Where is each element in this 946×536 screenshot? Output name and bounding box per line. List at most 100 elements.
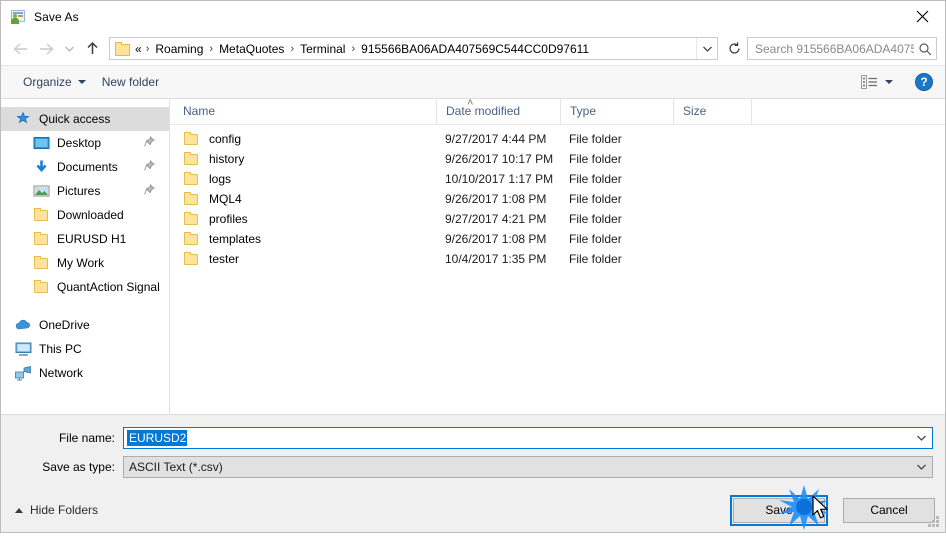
table-row[interactable]: profiles 9/27/2017 4:21 PM File folder: [170, 209, 945, 229]
up-arrow-icon: [86, 41, 98, 54]
folder-icon: [183, 171, 200, 187]
file-name-cell[interactable]: MQL4: [170, 191, 436, 207]
table-row[interactable]: MQL4 9/26/2017 1:08 PM File folder: [170, 189, 945, 209]
sidebar-item-eurusd-h1[interactable]: EURUSD H1: [1, 227, 169, 251]
table-row[interactable]: tester 10/4/2017 1:35 PM File folder: [170, 249, 945, 269]
filename-input[interactable]: EURUSD2: [123, 427, 933, 449]
chevron-down-icon: [916, 435, 926, 441]
help-icon: ?: [920, 75, 928, 89]
cancel-button[interactable]: Cancel: [843, 497, 935, 523]
filetype-row: Save as type: ASCII Text (*.csv): [1, 456, 945, 478]
close-button[interactable]: [899, 1, 945, 32]
desktop-icon: [33, 135, 50, 151]
file-type-cell: File folder: [569, 252, 622, 266]
sidebar-item-label: Network: [39, 366, 84, 380]
pictures-icon: [33, 183, 50, 199]
file-name-cell[interactable]: tester: [170, 251, 436, 267]
filename-dropdown-button[interactable]: [910, 434, 932, 442]
change-view-button[interactable]: [855, 72, 899, 92]
sidebar-item-documents[interactable]: Documents: [1, 155, 169, 179]
file-name-cell[interactable]: history: [170, 151, 436, 167]
table-row[interactable]: config 9/27/2017 4:44 PM File folder: [170, 129, 945, 149]
forward-arrow-icon: [39, 42, 54, 55]
file-rows: config 9/27/2017 4:44 PM File folder his…: [170, 125, 945, 414]
help-button[interactable]: ?: [915, 73, 933, 91]
file-type-cell: File folder: [569, 232, 622, 246]
sidebar-item-label: My Work: [57, 256, 105, 270]
file-date-cell: 9/26/2017 1:08 PM: [445, 192, 547, 206]
chevron-down-icon: [916, 464, 926, 470]
file-name-cell[interactable]: config: [170, 131, 436, 147]
table-row[interactable]: logs 10/10/2017 1:17 PM File folder: [170, 169, 945, 189]
pin-icon[interactable]: [144, 184, 155, 198]
breadcrumb-item-guid[interactable]: 915566BA06ADA407569C544CC0D97611: [357, 41, 593, 57]
sidebar-item-desktop[interactable]: Desktop: [1, 131, 169, 155]
sidebar-item-label: Desktop: [57, 136, 102, 150]
file-date-cell: 9/26/2017 1:08 PM: [445, 232, 547, 246]
filetype-dropdown-button[interactable]: [910, 463, 932, 471]
filetype-value: ASCII Text (*.csv): [129, 460, 223, 474]
organize-label: Organize: [23, 75, 72, 89]
file-name-label: templates: [209, 232, 262, 246]
file-name-label: logs: [209, 172, 232, 186]
sidebar-item-downloaded[interactable]: Downloaded: [1, 203, 169, 227]
pin-icon[interactable]: [144, 160, 155, 174]
list-view-icon: [861, 75, 877, 89]
forward-button[interactable]: [33, 36, 59, 62]
filetype-field-wrap: ASCII Text (*.csv): [123, 456, 933, 478]
breadcrumb-separator: ›: [290, 42, 295, 55]
address-dropdown-button[interactable]: [696, 38, 717, 59]
organize-button[interactable]: Organize: [15, 71, 94, 93]
table-row[interactable]: history 9/26/2017 10:17 PM File folder: [170, 149, 945, 169]
new-folder-label: New folder: [101, 75, 160, 89]
sidebar-item-network[interactable]: Network: [1, 361, 169, 385]
column-header-type[interactable]: Type: [560, 99, 673, 124]
pin-icon[interactable]: [144, 136, 155, 150]
sidebar-item-this-pc[interactable]: This PC: [1, 337, 169, 361]
sidebar-item-label: Documents: [57, 160, 118, 174]
refresh-button[interactable]: [723, 38, 745, 59]
search-input[interactable]: Search 915566BA06ADA40756...: [747, 37, 937, 60]
save-button[interactable]: Save: [730, 494, 828, 526]
file-name-cell[interactable]: templates: [170, 231, 436, 247]
sidebar-item-my-work[interactable]: My Work: [1, 251, 169, 275]
sidebar-item-label: Pictures: [57, 184, 101, 198]
sidebar-item-quantaction-signal[interactable]: QuantAction Signal: [1, 275, 169, 299]
column-header-size[interactable]: Size: [673, 99, 751, 124]
save-label: Save: [765, 503, 793, 517]
sidebar-item-pictures[interactable]: Pictures: [1, 179, 169, 203]
sidebar-item-onedrive[interactable]: OneDrive: [1, 313, 169, 337]
breadcrumb: « › Roaming › MetaQuotes › Terminal › 91…: [135, 41, 696, 57]
file-name-label: history: [209, 152, 245, 166]
up-button[interactable]: [79, 36, 105, 62]
breadcrumb-item-terminal[interactable]: Terminal: [296, 41, 349, 57]
column-header-name[interactable]: Name: [170, 99, 436, 124]
address-bar[interactable]: « › Roaming › MetaQuotes › Terminal › 91…: [109, 37, 718, 60]
file-name-label: tester: [209, 252, 240, 266]
sidebar-item-quick-access[interactable]: Quick access: [1, 107, 169, 131]
onedrive-icon: [15, 317, 32, 333]
breadcrumb-item-roaming[interactable]: Roaming: [151, 41, 207, 57]
file-name-cell[interactable]: logs: [170, 171, 436, 187]
hide-folders-button[interactable]: Hide Folders: [15, 503, 98, 517]
file-list-pane: ˄ Name Date modified Type Size config 9/…: [170, 98, 945, 414]
folder-icon: [183, 231, 200, 247]
filename-row: File name: EURUSD2: [1, 427, 945, 449]
filetype-select[interactable]: ASCII Text (*.csv): [123, 456, 933, 478]
recent-locations-button[interactable]: [59, 36, 79, 62]
file-name-label: config: [209, 132, 242, 146]
resize-grip-icon[interactable]: [928, 516, 940, 528]
new-folder-button[interactable]: New folder: [94, 71, 167, 93]
search-icon: [914, 42, 936, 56]
file-date-cell: 10/10/2017 1:17 PM: [445, 172, 554, 186]
breadcrumb-separator: ›: [209, 42, 214, 55]
file-name-cell[interactable]: profiles: [170, 211, 436, 227]
breadcrumb-overflow[interactable]: «: [135, 41, 144, 57]
table-row[interactable]: templates 9/26/2017 1:08 PM File folder: [170, 229, 945, 249]
breadcrumb-item-metaquotes[interactable]: MetaQuotes: [215, 41, 288, 57]
column-header-filler: [751, 99, 945, 124]
sidebar-item-label: OneDrive: [39, 318, 90, 332]
star-pin-icon: [15, 111, 32, 127]
back-button[interactable]: [7, 36, 33, 62]
column-header-date-modified[interactable]: Date modified: [436, 99, 560, 124]
